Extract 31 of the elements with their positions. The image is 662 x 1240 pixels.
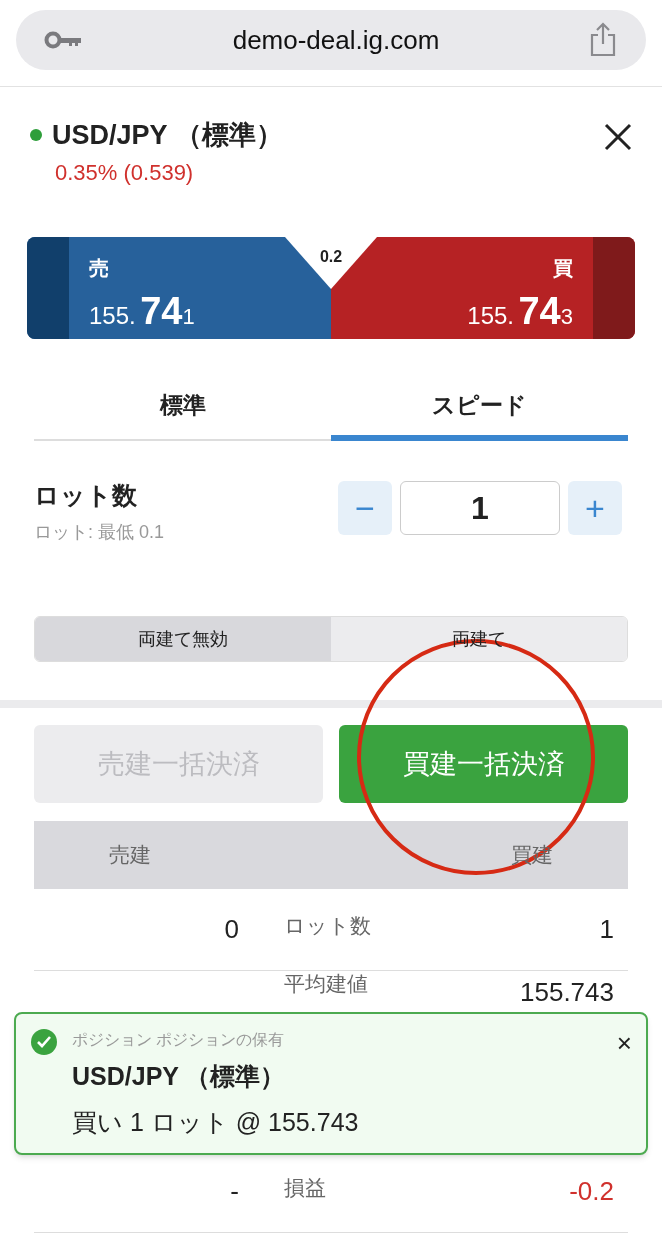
- toast-category: ポジション ポジションの保有: [72, 1030, 286, 1050]
- buy-price: 155.743: [467, 289, 573, 334]
- buy-label: 買: [553, 256, 573, 281]
- lot-label: ロット数: [34, 480, 138, 511]
- toast-close-button[interactable]: ×: [616, 1028, 632, 1058]
- row-label: 損益: [284, 1176, 326, 1199]
- sell-price: 155.741: [89, 289, 195, 334]
- sell-label: 売: [89, 256, 110, 281]
- check-circle-icon: [30, 1028, 58, 1056]
- share-icon[interactable]: [588, 22, 618, 58]
- close-icon[interactable]: [604, 123, 632, 151]
- row-label: 平均建値: [284, 972, 368, 995]
- lot-hint: ロット: 最低 0.1: [34, 520, 165, 544]
- key-icon: [44, 30, 84, 50]
- table-cell: -0.2: [569, 1176, 614, 1206]
- address-bar[interactable]: demo-deal.ig.com: [16, 10, 646, 70]
- toast-detail: 買い 1 ロット @ 155.743: [72, 1106, 360, 1138]
- toast-title: USD/JPY （標準）: [72, 1061, 287, 1092]
- url-text: demo-deal.ig.com: [232, 23, 440, 57]
- column-header: 売建: [109, 842, 151, 869]
- table-cell: 1: [599, 914, 614, 944]
- row-label: ロット数: [284, 914, 371, 937]
- order-tab[interactable]: 標準: [34, 375, 331, 441]
- hedge-option[interactable]: 両建て無効: [35, 617, 331, 661]
- table-cell: 0: [224, 914, 239, 944]
- table-cell: 155.743: [520, 977, 614, 1007]
- instrument-title: USD/JPY （標準）: [52, 119, 283, 152]
- order-tab[interactable]: スピード: [331, 375, 628, 441]
- price-change: 0.35% (0.539): [55, 158, 195, 187]
- lot-input[interactable]: 1: [400, 481, 560, 535]
- table-cell: -: [230, 1176, 239, 1206]
